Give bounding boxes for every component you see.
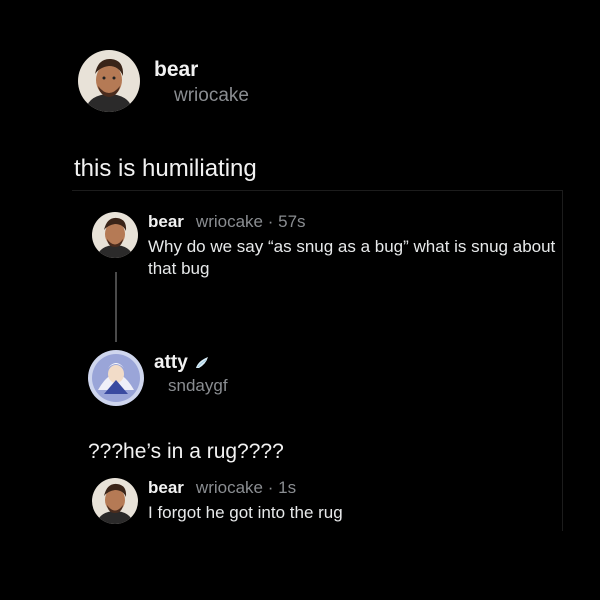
- handle[interactable]: wriocake: [174, 84, 249, 108]
- avatar[interactable]: [92, 478, 138, 524]
- post-header: bear wriocake: [78, 50, 249, 112]
- thread-connector: [115, 272, 117, 342]
- nested-reply-body: bear wriocake · 1s I forgot he got into t…: [148, 478, 343, 524]
- display-name[interactable]: bear: [148, 212, 184, 231]
- avatar[interactable]: [92, 212, 138, 258]
- quoted-post-body: bear wriocake · 57s Why do we say “as snu…: [148, 212, 558, 280]
- display-name[interactable]: bear: [154, 58, 249, 82]
- reply-author-names: atty sndaygf: [154, 350, 228, 396]
- avatar[interactable]: [78, 50, 140, 112]
- display-name[interactable]: atty: [154, 352, 188, 374]
- handle-time: wriocake · 57s: [195, 212, 306, 231]
- reply-author: atty sndaygf: [88, 350, 228, 406]
- author-names: bear wriocake: [154, 50, 249, 108]
- quoted-post-header: bear wriocake · 57s: [148, 212, 558, 232]
- reply-text: ???he’s in a rug????: [88, 440, 284, 463]
- nested-reply-header: bear wriocake · 1s: [148, 478, 343, 498]
- quoted-post[interactable]: bear wriocake · 57s Why do we say “as snu…: [92, 212, 558, 280]
- nested-reply-text: I forgot he got into the rug: [148, 503, 343, 522]
- avatar[interactable]: [88, 350, 144, 406]
- reply-author-name-row: atty: [154, 352, 228, 374]
- quoted-post-text: Why do we say “as snug as a bug” what is…: [148, 237, 556, 278]
- nested-reply[interactable]: bear wriocake · 1s I forgot he got into t…: [92, 478, 343, 524]
- display-name[interactable]: bear: [148, 478, 184, 497]
- wing-icon: [194, 355, 210, 371]
- handle[interactable]: sndaygf: [168, 376, 228, 396]
- post-text: this is humiliating: [74, 155, 257, 182]
- handle-time: wriocake · 1s: [195, 478, 297, 497]
